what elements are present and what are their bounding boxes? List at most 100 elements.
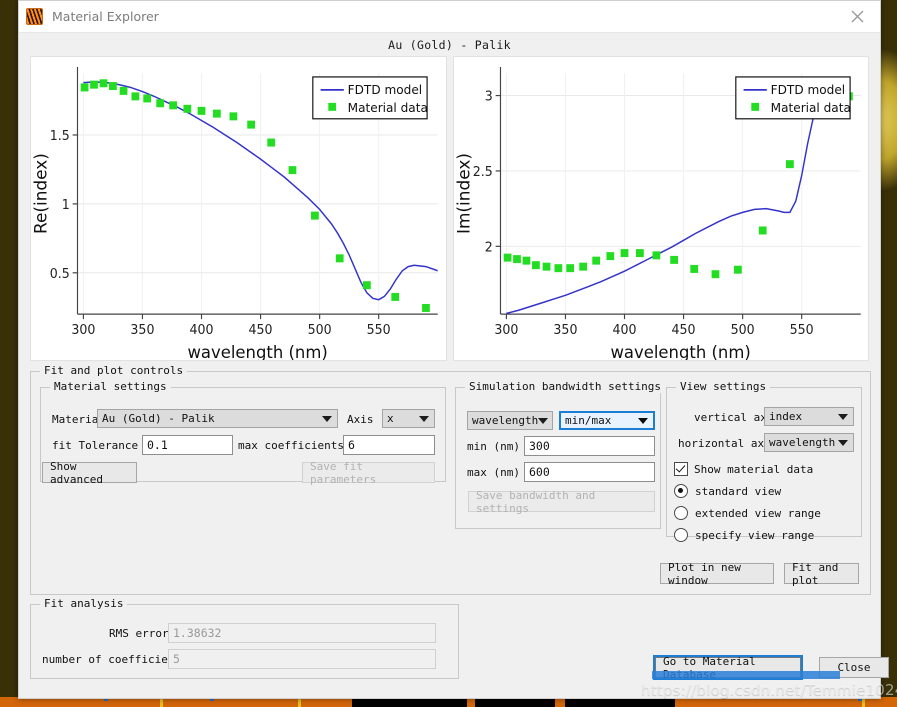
plot-area: 0.5 1 1.5 300 350 400 450 500 550 wavelength (nm)… [19,56,880,361]
svg-text:Material data: Material data [770,101,850,115]
svg-text:300: 300 [494,323,518,338]
svg-text:550: 550 [367,323,391,338]
svg-text:500: 500 [730,323,754,338]
window-titlebar: Material Explorer [19,1,880,33]
svg-text:Re(index): Re(index) [31,153,50,234]
plot-in-new-window-button[interactable]: Plot in new window [660,560,774,587]
rms-error-label: RMS error [109,627,169,640]
radio-standard-view-label: standard view [695,484,782,498]
lumerical-app-icon [26,8,43,25]
min-nm-label: min (nm) [467,440,520,453]
bandwidth-mode-select[interactable]: min/max [559,411,655,430]
chevron-down-icon [638,417,648,424]
watermark-text: https://blog.csdn.net/Temmie1024 [641,681,897,699]
svg-text:Material data: Material data [348,101,428,115]
save-bandwidth-label: Save bandwidth and settings [476,488,596,515]
horizontal-axis-label: horizontal axis [678,437,778,450]
group-label-view-settings: View settings [676,380,771,393]
svg-text:Im(index): Im(index) [454,153,473,234]
svg-text:wavelength (nm): wavelength (nm) [610,342,750,360]
close-button-label: Close [837,661,871,674]
svg-text:2.5: 2.5 [472,165,492,180]
svg-text:400: 400 [612,323,636,338]
svg-text:400: 400 [190,323,214,338]
min-nm-value: 300 [529,439,550,453]
re-index-plot[interactable]: 0.5 1 1.5 300 350 400 450 500 550 wavelength (nm)… [30,56,447,361]
svg-text:500: 500 [308,323,332,338]
chevron-down-icon [322,415,332,422]
group-label-fit-and-plot: Fit and plot controls [40,364,188,377]
bandwidth-quantity-value: wavelength [472,414,539,427]
vertical-axis-value: index [769,410,803,423]
fit-tolerance-label: fit Tolerance [52,439,139,452]
svg-text:FDTD model: FDTD model [348,83,422,97]
radio-icon [674,528,688,542]
radio-extended-view-label: extended view range [695,506,821,520]
fit-and-plot-button[interactable]: Fit and plot [784,560,859,587]
min-nm-input[interactable]: 300 [524,436,655,456]
svg-text:3: 3 [484,89,492,104]
svg-text:450: 450 [671,323,695,338]
window-title: Material Explorer [52,9,159,24]
fit-tolerance-input[interactable]: 0.1 [142,435,233,455]
svg-text:wavelength (nm): wavelength (nm) [187,342,327,360]
chevron-down-icon [838,413,848,420]
radio-standard-view[interactable]: standard view [674,484,781,498]
bandwidth-quantity-select[interactable]: wavelength [467,411,553,430]
plot-title: Au (Gold) - Palik [388,37,511,52]
axis-select[interactable]: x [382,409,435,428]
im-index-plot[interactable]: 2 2.5 3 300 350 400 450 500 550 wavelength (nm) Im… [452,56,869,361]
save-fit-parameters-button: Save fit parameters [302,459,435,486]
fit-tolerance-value: 0.1 [147,438,168,452]
rms-error-value-field: 1.38632 [168,623,436,643]
radio-icon [674,506,688,520]
svg-text:300: 300 [71,323,95,338]
number-of-coefficients-label: number of coefficients [42,653,188,666]
max-coefficients-input[interactable]: 6 [343,435,435,455]
max-nm-input[interactable]: 600 [524,462,655,482]
svg-text:550: 550 [789,323,813,338]
show-material-data-label: Show material data [694,462,814,476]
rms-error-value: 1.38632 [173,626,222,640]
svg-text:350: 350 [553,323,577,338]
show-advanced-label: Show advanced [50,459,103,486]
number-of-coefficients-value: 5 [173,652,180,666]
save-fit-parameters-label: Save fit parameters [310,459,377,486]
max-nm-label: max (nm) [467,466,520,479]
chevron-down-icon [419,415,429,422]
bandwidth-mode-value: min/max [565,414,612,427]
max-coefficients-label: max coefficients [238,439,344,452]
group-label-bandwidth: Simulation bandwidth settings [465,380,666,393]
horizontal-axis-value: wavelength [769,436,836,449]
watermark-bar [652,671,840,679]
controls-body: Fit and plot controls Material settings … [19,361,889,698]
svg-text:0.5: 0.5 [50,267,70,282]
radio-specify-view-range[interactable]: specify view range [674,528,814,542]
material-explorer-window: Material Explorer Au (Gold) - Palik 0.5 1… [18,0,889,699]
chevron-down-icon [838,439,848,446]
svg-text:1: 1 [62,198,70,213]
plot-in-new-window-label: Plot in new window [668,560,741,587]
svg-text:450: 450 [249,323,273,338]
show-advanced-button[interactable]: Show advanced [42,459,137,486]
svg-text:FDTD model: FDTD model [770,83,844,97]
chevron-down-icon [538,417,549,424]
show-material-data-checkbox[interactable]: Show material data [674,462,813,476]
svg-text:350: 350 [130,323,154,338]
svg-text:2: 2 [484,240,492,255]
max-nm-value: 600 [529,465,550,479]
horizontal-axis-select[interactable]: wavelength [764,433,854,452]
material-select[interactable]: Au (Gold) - Palik [97,409,338,428]
radio-extended-view-range[interactable]: extended view range [674,506,821,520]
svg-text:1.5: 1.5 [50,129,70,144]
radio-icon [674,484,688,498]
close-icon[interactable] [834,1,880,32]
group-label-material-settings: Material settings [50,380,171,393]
radio-specify-view-label: specify view range [695,528,815,542]
fit-and-plot-label: Fit and plot [792,560,839,587]
group-label-fit-analysis: Fit analysis [40,597,128,610]
vertical-axis-select[interactable]: index [764,407,854,426]
material-select-value: Au (Gold) - Palik [102,412,215,425]
max-coefficients-value: 6 [348,438,355,452]
checkbox-icon [674,462,688,476]
